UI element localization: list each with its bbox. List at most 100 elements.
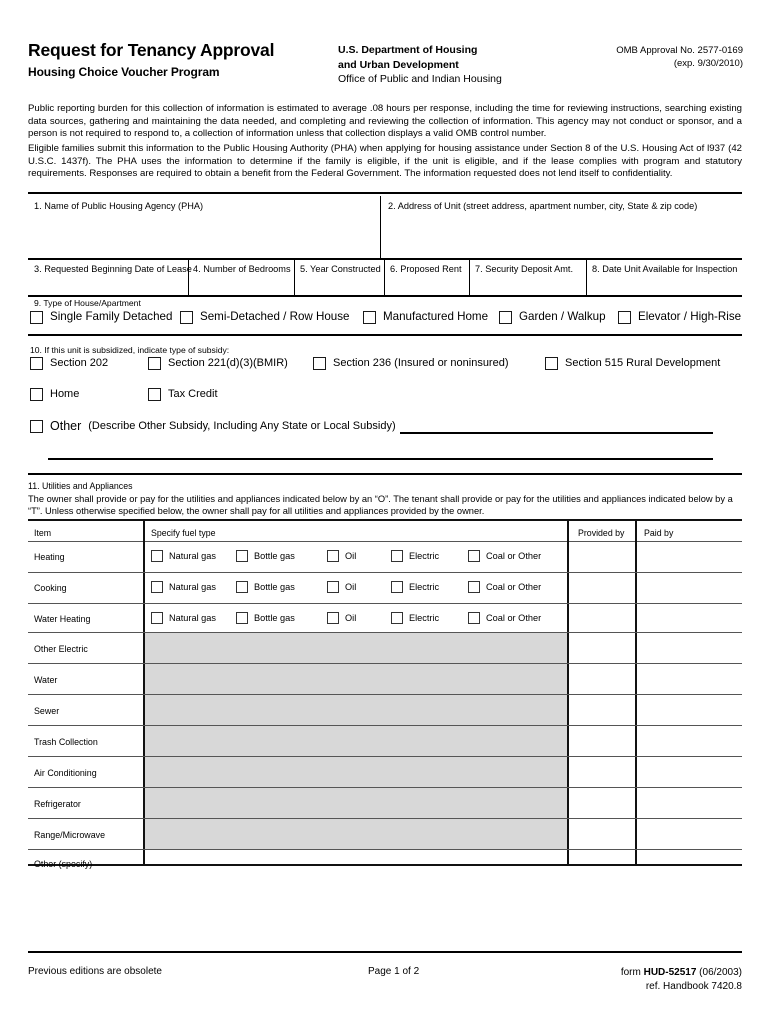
checkbox-water-heating-coal-or-other[interactable] bbox=[468, 611, 480, 624]
checkbox-heating-oil[interactable] bbox=[327, 549, 339, 562]
checkbox-heating-bottle-gas[interactable] bbox=[236, 549, 248, 562]
footer-form-number-line: form HUD-52517 (06/2003) bbox=[621, 966, 742, 980]
fuel-option-cooking-coal-or-other[interactable]: Coal or Other bbox=[468, 580, 541, 593]
column-header-item: Item bbox=[34, 528, 52, 538]
checkbox-section-236[interactable] bbox=[313, 356, 326, 370]
checkbox-home[interactable] bbox=[30, 387, 43, 401]
checkbox-section-221-d-3-bmir[interactable] bbox=[148, 356, 161, 370]
omb-approval-number: OMB Approval No. 2577-0169 bbox=[616, 45, 743, 56]
checkbox-elevator-high-rise[interactable] bbox=[618, 310, 631, 324]
fuel-option-water-heating-coal-or-other[interactable]: Coal or Other bbox=[468, 611, 541, 624]
label-elevator-high-rise: Elevator / High-Rise bbox=[638, 310, 742, 323]
checkbox-heating-electric[interactable] bbox=[391, 549, 403, 562]
checkbox-option-section-515-rural-development[interactable]: Section 515 Rural Development bbox=[545, 356, 720, 370]
field-label-bedrooms: 4. Number of Bedrooms bbox=[193, 264, 291, 274]
checkbox-water-heating-oil[interactable] bbox=[327, 611, 339, 624]
checkbox-option-manufactured-home[interactable]: Manufactured Home bbox=[363, 310, 488, 324]
agency-line-1: U.S. Department of Housing bbox=[338, 44, 478, 56]
checkbox-section-202[interactable] bbox=[30, 356, 43, 370]
checkbox-option-semi-detached-row-house[interactable]: Semi-Detached / Row House bbox=[180, 310, 350, 324]
fuel-option-water-heating-electric[interactable]: Electric bbox=[391, 611, 439, 624]
checkbox-single-family-detached[interactable] bbox=[30, 310, 43, 324]
agency-line-3: Office of Public and Indian Housing bbox=[338, 73, 502, 85]
fuel-option-cooking-natural-gas[interactable]: Natural gas bbox=[151, 580, 216, 593]
table-row-label-other-electric: Other Electric bbox=[34, 644, 88, 654]
checkbox-option-tax-credit[interactable]: Tax Credit bbox=[148, 387, 218, 401]
omb-block: OMB Approval No. 2577-0169 (exp. 9/30/20… bbox=[593, 44, 743, 70]
checkbox-semi-detached-row-house[interactable] bbox=[180, 310, 193, 324]
divider-field-4-5 bbox=[294, 258, 295, 295]
fuel-option-heating-electric[interactable]: Electric bbox=[391, 549, 439, 562]
checkbox-option-other-subsidy[interactable]: Other (Describe Other Subsidy, Including … bbox=[30, 419, 396, 433]
checkbox-option-single-family-detached[interactable]: Single Family Detached bbox=[30, 310, 172, 324]
other-subsidy-write-in-line-1[interactable] bbox=[400, 432, 713, 434]
section-11-instructions: The owner shall provide or pay for the u… bbox=[28, 494, 733, 517]
other-subsidy-write-in-line-2[interactable] bbox=[48, 458, 713, 460]
checkbox-garden-walkup[interactable] bbox=[499, 310, 512, 324]
fuel-option-heating-natural-gas[interactable]: Natural gas bbox=[151, 549, 216, 562]
checkbox-tax-credit[interactable] bbox=[148, 387, 161, 401]
field-label-proposed-rent: 6. Proposed Rent bbox=[390, 264, 462, 274]
label-heating-bottle-gas: Bottle gas bbox=[254, 550, 295, 561]
checkbox-other-subsidy[interactable] bbox=[30, 419, 43, 433]
footer-handbook-ref: ref. Handbook 7420.8 bbox=[645, 980, 742, 992]
fuel-option-cooking-bottle-gas[interactable]: Bottle gas bbox=[236, 580, 295, 593]
checkbox-water-heating-electric[interactable] bbox=[391, 611, 403, 624]
checkbox-cooking-coal-or-other[interactable] bbox=[468, 580, 480, 593]
fuel-option-heating-bottle-gas[interactable]: Bottle gas bbox=[236, 549, 295, 562]
fuel-option-water-heating-oil[interactable]: Oil bbox=[327, 611, 356, 624]
checkbox-cooking-oil[interactable] bbox=[327, 580, 339, 593]
header-title-block: Request for Tenancy Approval Housing Cho… bbox=[28, 40, 328, 80]
checkbox-water-heating-natural-gas[interactable] bbox=[151, 611, 163, 624]
checkbox-section-515-rural-development[interactable] bbox=[545, 356, 558, 370]
fuel-option-water-heating-bottle-gas[interactable]: Bottle gas bbox=[236, 611, 295, 624]
label-cooking-natural-gas: Natural gas bbox=[169, 581, 216, 592]
table-row-divider bbox=[28, 632, 742, 633]
footer-form-date: (06/2003) bbox=[696, 967, 742, 978]
checkbox-option-section-202[interactable]: Section 202 bbox=[30, 356, 108, 370]
label-cooking-coal-or-other: Coal or Other bbox=[486, 581, 542, 592]
label-other-subsidy-description: (Describe Other Subsidy, Including Any S… bbox=[88, 420, 396, 432]
column-header-paid-by: Paid by bbox=[644, 528, 674, 538]
fuel-option-cooking-oil[interactable]: Oil bbox=[327, 580, 356, 593]
footer-previous-editions: Previous editions are obsolete bbox=[28, 966, 162, 977]
divider-above-section-11 bbox=[28, 473, 742, 475]
checkbox-option-elevator-high-rise[interactable]: Elevator / High-Rise bbox=[618, 310, 741, 324]
checkbox-heating-coal-or-other[interactable] bbox=[468, 549, 480, 562]
fuel-option-heating-coal-or-other[interactable]: Coal or Other bbox=[468, 549, 541, 562]
footer-form-info: form HUD-52517 (06/2003) ref. Handbook 7… bbox=[621, 966, 742, 993]
divider-fuel-provided bbox=[567, 519, 569, 865]
section-11-heading: 11. Utilities and Appliances bbox=[28, 481, 133, 491]
agency-line-2: and Urban Development bbox=[338, 58, 459, 71]
label-heating-electric: Electric bbox=[409, 550, 440, 561]
fuel-option-water-heating-natural-gas[interactable]: Natural gas bbox=[151, 611, 216, 624]
checkbox-water-heating-bottle-gas[interactable] bbox=[236, 611, 248, 624]
table-row-label-refrigerator: Refrigerator bbox=[34, 799, 81, 809]
checkbox-heating-natural-gas[interactable] bbox=[151, 549, 163, 562]
divider-item-fuel bbox=[143, 519, 145, 865]
checkbox-option-section-221-d-3-bmir[interactable]: Section 221(d)(3)(BMIR) bbox=[148, 356, 288, 370]
checkbox-cooking-bottle-gas[interactable] bbox=[236, 580, 248, 593]
divider-field-1-2 bbox=[380, 196, 381, 258]
fuel-option-heating-oil[interactable]: Oil bbox=[327, 549, 356, 562]
checkbox-manufactured-home[interactable] bbox=[363, 310, 376, 324]
divider-under-paragraphs bbox=[28, 192, 742, 194]
checkbox-option-garden-walkup[interactable]: Garden / Walkup bbox=[499, 310, 606, 324]
field-label-pha-name: 1. Name of Public Housing Agency (PHA) bbox=[34, 201, 204, 211]
divider-provided-paid bbox=[635, 519, 637, 865]
eligible-families-paragraph: Eligible families submit this informatio… bbox=[28, 143, 742, 180]
label-semi-detached-row-house: Semi-Detached / Row House bbox=[200, 310, 350, 323]
label-other-subsidy: Other bbox=[50, 419, 82, 433]
column-header-specify-fuel-type: Specify fuel type bbox=[151, 528, 216, 538]
page-title: Request for Tenancy Approval bbox=[28, 40, 275, 60]
checkbox-cooking-electric[interactable] bbox=[391, 580, 403, 593]
checkbox-option-home[interactable]: Home bbox=[30, 387, 79, 401]
label-cooking-oil: Oil bbox=[345, 581, 357, 592]
checkbox-cooking-natural-gas[interactable] bbox=[151, 580, 163, 593]
table-row-divider bbox=[28, 603, 742, 604]
fuel-option-cooking-electric[interactable]: Electric bbox=[391, 580, 439, 593]
section-9-heading: 9. Type of House/Apartment bbox=[34, 298, 141, 308]
field-label-inspection-date: 8. Date Unit Available for Inspection bbox=[592, 264, 738, 274]
checkbox-option-section-236[interactable]: Section 236 (Insured or noninsured) bbox=[313, 356, 509, 370]
label-section-515-rural-development: Section 515 Rural Development bbox=[565, 357, 721, 370]
